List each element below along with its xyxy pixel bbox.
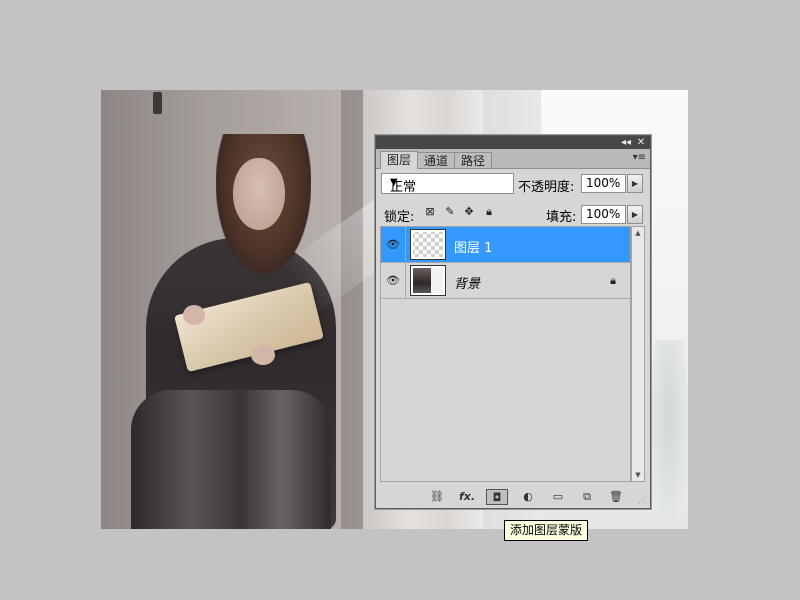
- close-icon[interactable]: ✕: [635, 136, 647, 149]
- eye-icon[interactable]: 👁︎: [384, 236, 402, 254]
- delete-layer-icon[interactable]: 🗑︎: [605, 489, 627, 505]
- lock-all-icon[interactable]: 🔒︎: [482, 205, 496, 219]
- link-layers-icon[interactable]: ⛓: [426, 489, 448, 505]
- layer-name[interactable]: 图层 1: [454, 237, 492, 256]
- tab-paths[interactable]: 路径: [454, 152, 493, 168]
- collapse-icon[interactable]: ◂◂: [620, 136, 632, 149]
- photo-woman-face: [233, 158, 285, 230]
- tooltip: 添加图层蒙版: [504, 520, 589, 541]
- fill-slider-toggle-icon[interactable]: ▶: [627, 205, 643, 224]
- lock-icon: 🔒︎: [610, 274, 616, 287]
- chevron-down-icon: ▼: [390, 177, 398, 188]
- photo-woman-skirt: [131, 390, 331, 529]
- lock-image-pixels-icon[interactable]: ✎: [443, 205, 457, 219]
- lock-transparent-pixels-icon[interactable]: ⊠: [423, 205, 437, 219]
- scroll-down-icon[interactable]: ▼: [632, 469, 644, 481]
- panel-menu-icon[interactable]: ▾≡: [633, 152, 646, 163]
- new-layer-icon[interactable]: ⧉: [576, 489, 598, 505]
- scroll-up-icon[interactable]: ▲: [632, 227, 644, 239]
- adjustment-layer-icon[interactable]: ◐: [517, 489, 539, 505]
- panel-titlebar[interactable]: ◂◂ ✕: [376, 136, 650, 149]
- layers-panel: ◂◂ ✕ 图层 通道 路径 ▾≡ 正常 ▼ 不透明度: 100% ▶ 锁定: ⊠…: [375, 135, 651, 509]
- opacity-input[interactable]: 100%: [581, 174, 626, 193]
- new-group-icon[interactable]: ▭: [547, 489, 569, 505]
- divider: [405, 263, 406, 299]
- photo-wall-hook: [153, 92, 162, 114]
- layer-name[interactable]: 背景: [454, 273, 480, 292]
- layers-scrollbar[interactable]: ▲ ▼: [631, 226, 645, 482]
- opacity-slider-toggle-icon[interactable]: ▶: [627, 174, 643, 193]
- layer-thumbnail[interactable]: [410, 229, 446, 260]
- eye-icon[interactable]: 👁︎: [384, 272, 402, 290]
- blend-mode-select[interactable]: 正常 ▼: [381, 173, 514, 195]
- panel-bottom-toolbar: ⛓ fx. ◘ ◐ ▭ ⧉ 🗑︎ ⋰: [376, 486, 650, 508]
- divider: [405, 227, 406, 263]
- thumbnail-image: [413, 268, 431, 293]
- lock-label: 锁定:: [384, 210, 415, 225]
- fill-input[interactable]: 100%: [581, 205, 626, 224]
- layer-row[interactable]: 👁︎ 背景 🔒︎: [381, 263, 630, 299]
- photo-hand-right: [251, 345, 275, 365]
- fx-icon[interactable]: fx.: [456, 489, 478, 505]
- fill-label: 填充:: [546, 210, 577, 225]
- photo-plant: [649, 340, 688, 529]
- layer-row[interactable]: 👁︎ 图层 1: [381, 227, 630, 263]
- layer-thumbnail[interactable]: [410, 265, 446, 296]
- tab-layers[interactable]: 图层: [380, 151, 419, 169]
- layers-list: 👁︎ 图层 1 👁︎ 背景 🔒︎: [380, 226, 631, 482]
- lock-position-icon[interactable]: ✥: [462, 205, 476, 219]
- photo-wall-edge: [341, 90, 363, 529]
- opacity-label: 不透明度:: [518, 180, 575, 195]
- panel-tabbar: 图层 通道 路径 ▾≡: [376, 149, 650, 169]
- tab-channels[interactable]: 通道: [417, 152, 456, 168]
- photo-hand-left: [183, 305, 205, 325]
- resize-grip-icon[interactable]: ⋰: [638, 496, 648, 506]
- add-layer-mask-icon[interactable]: ◘: [486, 489, 508, 505]
- thumbnail-image: [431, 268, 443, 293]
